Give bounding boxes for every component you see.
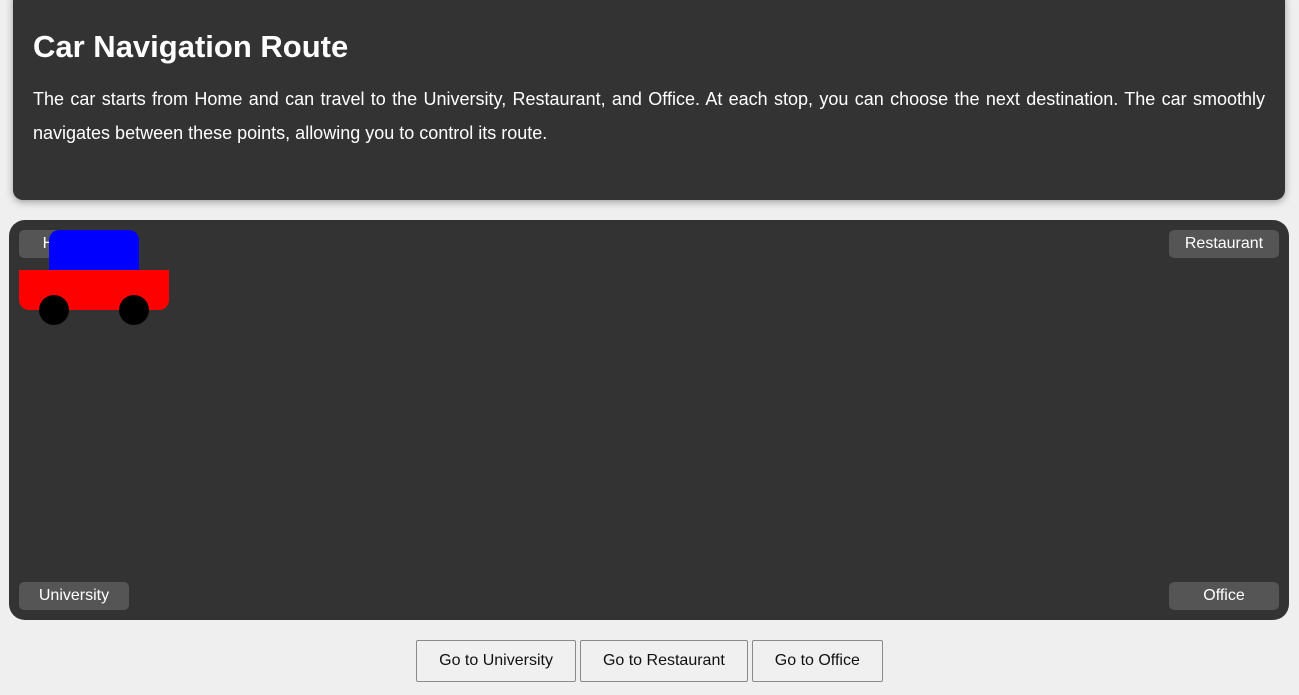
car-cabin xyxy=(49,230,139,272)
page-description: The car starts from Home and can travel … xyxy=(33,89,1265,143)
location-marker-office: Office xyxy=(1169,582,1279,610)
go-to-restaurant-button[interactable]: Go to Restaurant xyxy=(579,640,748,682)
go-to-office-button[interactable]: Go to Office xyxy=(751,640,883,682)
location-marker-university: University xyxy=(19,582,129,610)
page-title: Car Navigation Route xyxy=(33,29,349,64)
location-marker-restaurant: Restaurant xyxy=(1169,230,1279,258)
car xyxy=(19,230,169,325)
info-panel: Car Navigation Route The car starts from… xyxy=(13,0,1285,200)
car-wheel-right xyxy=(119,295,149,325)
destination-controls: Go to University Go to Restaurant Go to … xyxy=(0,640,1299,682)
route-map: Home Restaurant University Office xyxy=(9,220,1289,620)
car-wheel-left xyxy=(39,295,69,325)
go-to-university-button[interactable]: Go to University xyxy=(416,640,576,682)
